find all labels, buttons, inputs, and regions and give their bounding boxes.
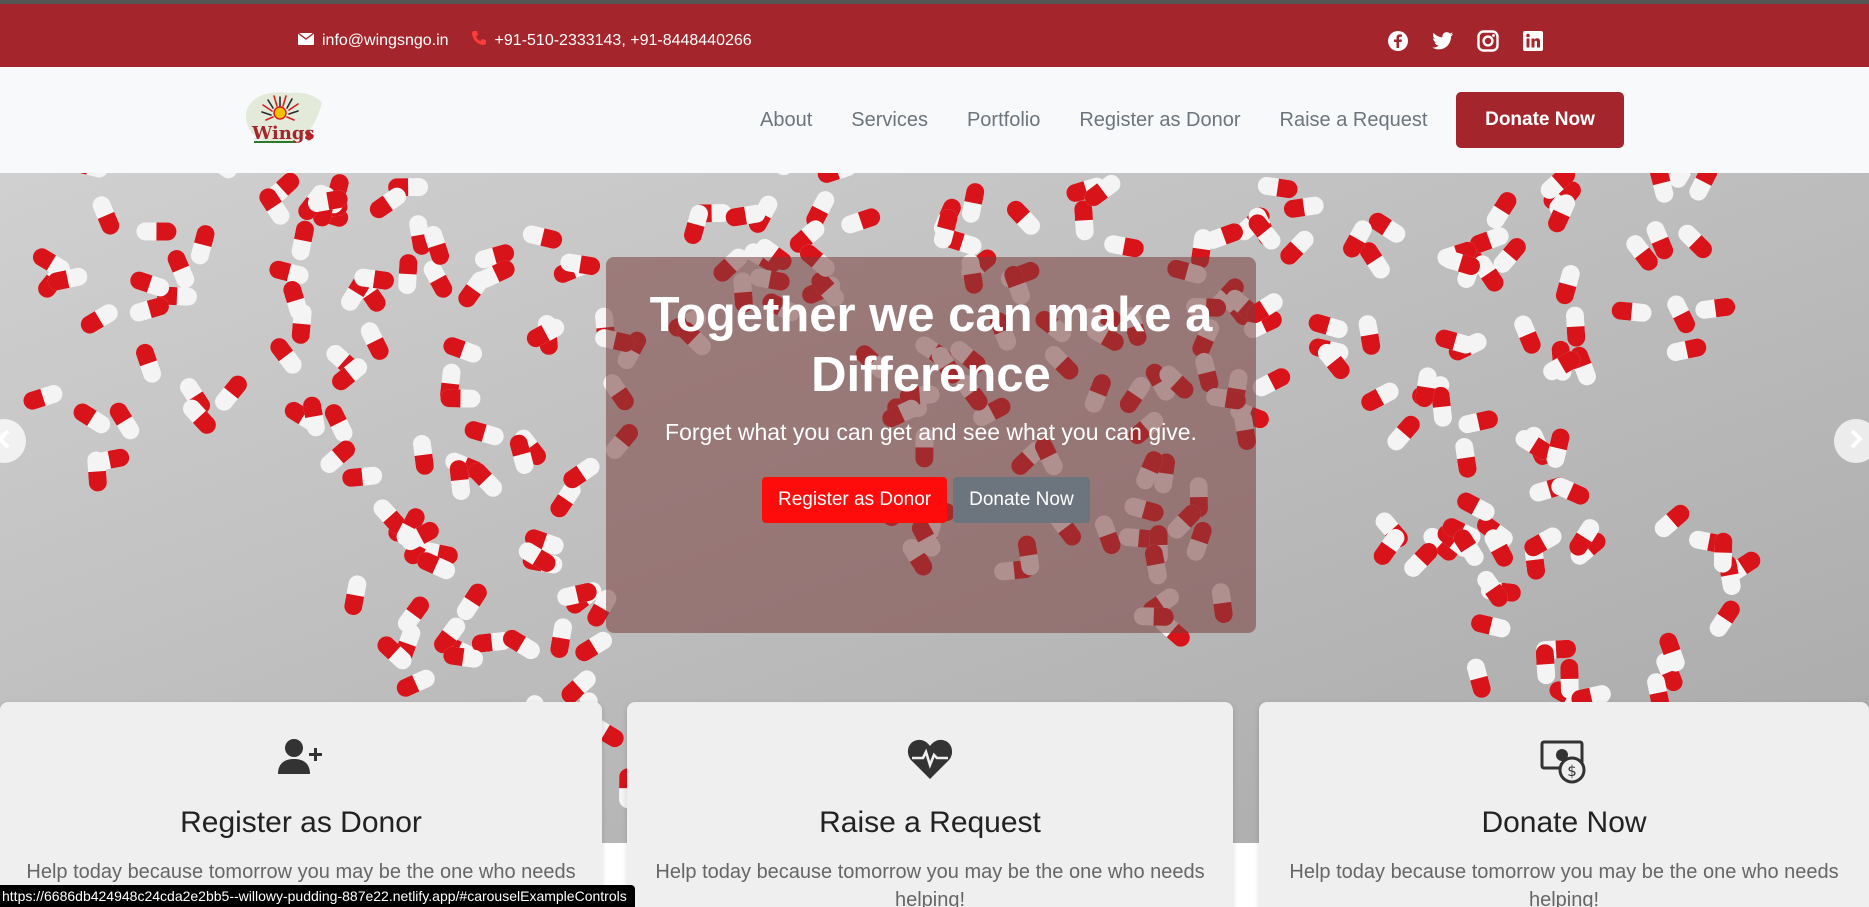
hero-subtitle: Forget what you can get and see what you…: [665, 419, 1197, 445]
hero-title: Together we can make a Difference: [649, 288, 1213, 402]
register-as-donor-button[interactable]: Register as Donor: [762, 477, 948, 523]
capsule-decoration: [397, 253, 418, 295]
browser-status-url: https://6686db424948c24cda2e2bb5--willow…: [0, 885, 635, 907]
email-text: info@wingsngo.in: [322, 31, 449, 49]
mail-icon: [297, 31, 322, 50]
capsule-decoration: [136, 222, 177, 241]
raise-request-card[interactable]: Raise a Request Help today because tomor…: [627, 702, 1233, 907]
capsule-decoration: [1565, 306, 1586, 348]
email-contact[interactable]: info@wingsngo.in: [297, 31, 449, 50]
facebook-icon[interactable]: [1387, 30, 1409, 52]
capsule-decoration: [1713, 532, 1733, 573]
nav-link-register-as-donor[interactable]: Register as Donor: [1079, 109, 1240, 132]
hero-donate-now-button[interactable]: Donate Now: [953, 477, 1090, 523]
nav-link-services[interactable]: Services: [851, 109, 928, 132]
chevron-left-icon: [0, 429, 11, 454]
nav-link-raise-a-request[interactable]: Raise a Request: [1280, 109, 1428, 132]
card-title: Donate Now: [1481, 806, 1647, 839]
capsule-decoration: [86, 450, 108, 493]
social-links: [1387, 30, 1567, 52]
card-title: Register as Donor: [180, 806, 422, 839]
linkedin-icon[interactable]: [1522, 30, 1544, 52]
hero-buttons: Register as Donor Donate Now: [762, 477, 1090, 523]
contact-info: info@wingsngo.in +91-510-2333143, +91-84…: [297, 30, 774, 51]
top-bar: info@wingsngo.in +91-510-2333143, +91-84…: [0, 0, 1869, 67]
card-text: Help today because tomorrow you may be t…: [655, 861, 1205, 907]
nav-menu: About Services Portfolio Register as Don…: [760, 67, 1427, 173]
nav-link-portfolio[interactable]: Portfolio: [967, 109, 1040, 132]
main-navbar: Wings About Services Portfolio Register …: [0, 67, 1869, 173]
donate-money-icon: $: [1259, 738, 1869, 784]
chevron-right-icon: [1849, 429, 1863, 454]
capsule-decoration: [1073, 199, 1095, 241]
twitter-icon[interactable]: [1432, 30, 1454, 52]
heartbeat-icon: [627, 738, 1233, 780]
card-text: Help today because tomorrow you may be t…: [1289, 861, 1839, 907]
nav-link-about[interactable]: About: [760, 109, 812, 132]
svg-text:$: $: [1567, 762, 1577, 780]
phone-text: +91-510-2333143, +91-8448440266: [494, 31, 752, 49]
card-title: Raise a Request: [819, 806, 1041, 839]
donate-now-card[interactable]: $ Donate Now Help today because tomorrow…: [1259, 702, 1869, 907]
add-user-icon: [0, 738, 602, 776]
donate-now-button[interactable]: Donate Now: [1456, 92, 1624, 148]
capsule-decoration: [440, 389, 481, 408]
capsule-decoration: [1535, 643, 1556, 685]
phone-icon: [471, 30, 495, 51]
register-donor-card[interactable]: Register as Donor Help today because tom…: [0, 702, 602, 907]
phone-contact[interactable]: +91-510-2333143, +91-8448440266: [471, 30, 752, 51]
instagram-icon[interactable]: [1477, 30, 1499, 52]
logo-text: Wings: [252, 123, 315, 144]
